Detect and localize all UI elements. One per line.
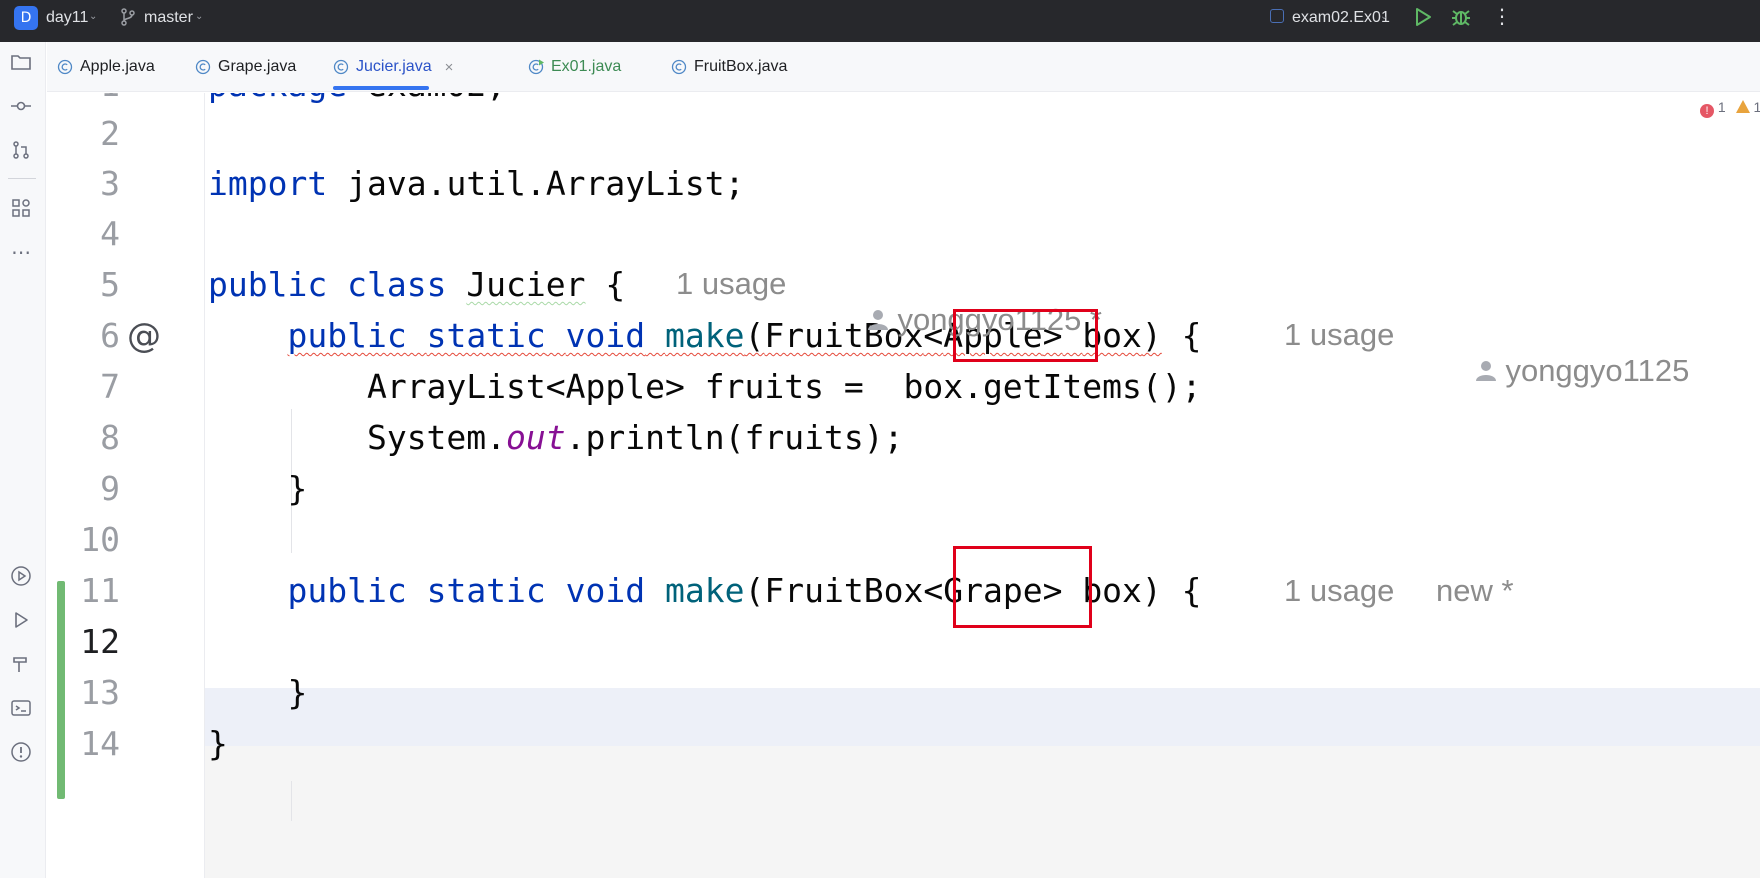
tab-fruitbox-java[interactable]: FruitBox.java	[671, 42, 787, 92]
project-folder-icon[interactable]	[9, 50, 33, 74]
line-number-current: 12	[80, 622, 120, 661]
line-number: 8	[100, 418, 120, 457]
tab-label: FruitBox.java	[694, 58, 788, 75]
line-number: 1	[47, 93, 120, 104]
tab-label: Grape.java	[218, 58, 297, 75]
person-icon	[1476, 361, 1497, 381]
line-number: 9	[100, 469, 120, 508]
git-branch-icon	[120, 8, 136, 30]
class-icon	[333, 59, 349, 75]
line-number: 10	[80, 520, 120, 559]
pull-requests-icon[interactable]	[9, 138, 33, 162]
class-usages-hint[interactable]: 1 usage	[676, 266, 786, 302]
warning-icon	[1735, 100, 1750, 113]
more-actions-icon[interactable]: ⋮	[1492, 6, 1512, 26]
code-editor[interactable]: ! 1 1 1 2 3 4 5 6 7 8 9 10 11 12 13 14 @…	[47, 93, 1760, 878]
problems-icon[interactable]	[9, 740, 33, 764]
line-number: 13	[80, 673, 120, 712]
title-bar: D day11 ⌄ master ⌄ exam02.Ex01 ⌄ ⋮	[0, 0, 1760, 42]
code-line[interactable]: }	[208, 673, 307, 712]
code-line[interactable]: }	[208, 724, 228, 763]
branch-chevron-down-icon[interactable]: ⌄	[195, 11, 203, 22]
run-config-chevron-down-icon[interactable]: ⌄	[1380, 11, 1388, 22]
code-line[interactable]: import java.util.ArrayList;	[208, 164, 745, 203]
inspection-widget[interactable]: ! 1 1	[1700, 99, 1760, 121]
grape-author-hint[interactable]: new *	[1436, 573, 1514, 609]
structure-icon[interactable]	[9, 196, 33, 220]
apple-author-hint[interactable]: yonggyo1125	[1441, 317, 1689, 425]
debug-icon[interactable]	[1450, 6, 1472, 32]
grape-type-param-highlight	[953, 546, 1092, 628]
line-number: 3	[100, 164, 120, 203]
apple-usages-hint[interactable]: 1 usage	[1284, 317, 1394, 353]
terminal-icon[interactable]	[9, 696, 33, 720]
line-number: 6	[100, 316, 120, 355]
line-number: 2	[100, 114, 120, 153]
run-icon[interactable]	[1414, 7, 1432, 31]
run-config-name[interactable]: exam02.Ex01	[1292, 9, 1390, 27]
branch-name[interactable]: master	[144, 9, 193, 27]
close-tab-icon[interactable]: ×	[445, 59, 454, 76]
tab-label: Apple.java	[80, 58, 155, 75]
tab-label: Ex01.java	[551, 58, 622, 75]
code-line[interactable]: }	[208, 469, 307, 508]
tab-grape-java[interactable]: Grape.java	[195, 42, 296, 92]
run-tool-icon[interactable]	[9, 608, 33, 632]
services-icon[interactable]	[9, 564, 33, 588]
tab-jucier-java[interactable]: Jucier.java ×	[333, 42, 453, 92]
person-icon	[868, 310, 889, 330]
editor-tab-bar: Apple.java Grape.java Jucier.java × Ex01…	[47, 42, 1760, 92]
run-config-icon	[1270, 9, 1284, 23]
author-label: yonggyo1125	[1505, 353, 1690, 388]
line-number: 14	[80, 724, 120, 763]
indent-guide	[291, 781, 292, 821]
class-icon	[195, 59, 211, 75]
line-number: 4	[100, 214, 120, 253]
project-badge[interactable]: D	[14, 6, 38, 30]
override-at-icon[interactable]: @	[127, 316, 161, 356]
apple-type-param-highlight	[953, 309, 1098, 362]
tool-window-strip: ⋯	[0, 42, 46, 878]
class-icon	[671, 59, 687, 75]
build-hammer-icon[interactable]	[9, 652, 33, 676]
line-number: 7	[100, 367, 120, 406]
line-number: 11	[80, 571, 120, 610]
error-icon: !	[1700, 104, 1714, 118]
tab-label: Jucier.java	[356, 58, 432, 75]
class-runnable-icon	[528, 59, 544, 75]
commit-icon[interactable]	[9, 94, 33, 118]
grape-usages-hint[interactable]: 1 usage	[1284, 573, 1394, 609]
error-count: 1	[1717, 99, 1726, 115]
project-chevron-down-icon[interactable]: ⌄	[89, 11, 97, 22]
more-tools-icon[interactable]: ⋯	[9, 240, 33, 264]
code-line[interactable]: public class Jucier {	[208, 265, 625, 304]
code-line[interactable]: package exam02;	[208, 93, 506, 104]
code-line[interactable]: System.out.println(fruits);	[208, 418, 904, 457]
warning-count: 1	[1753, 99, 1760, 115]
active-tab-indicator	[333, 86, 430, 90]
changed-block-background	[47, 746, 1760, 878]
project-name[interactable]: day11	[46, 9, 88, 27]
line-number: 5	[100, 265, 120, 304]
tool-separator	[8, 178, 36, 179]
tab-ex01-java[interactable]: Ex01.java	[528, 42, 621, 92]
tab-apple-java[interactable]: Apple.java	[57, 42, 155, 92]
class-icon	[57, 59, 73, 75]
